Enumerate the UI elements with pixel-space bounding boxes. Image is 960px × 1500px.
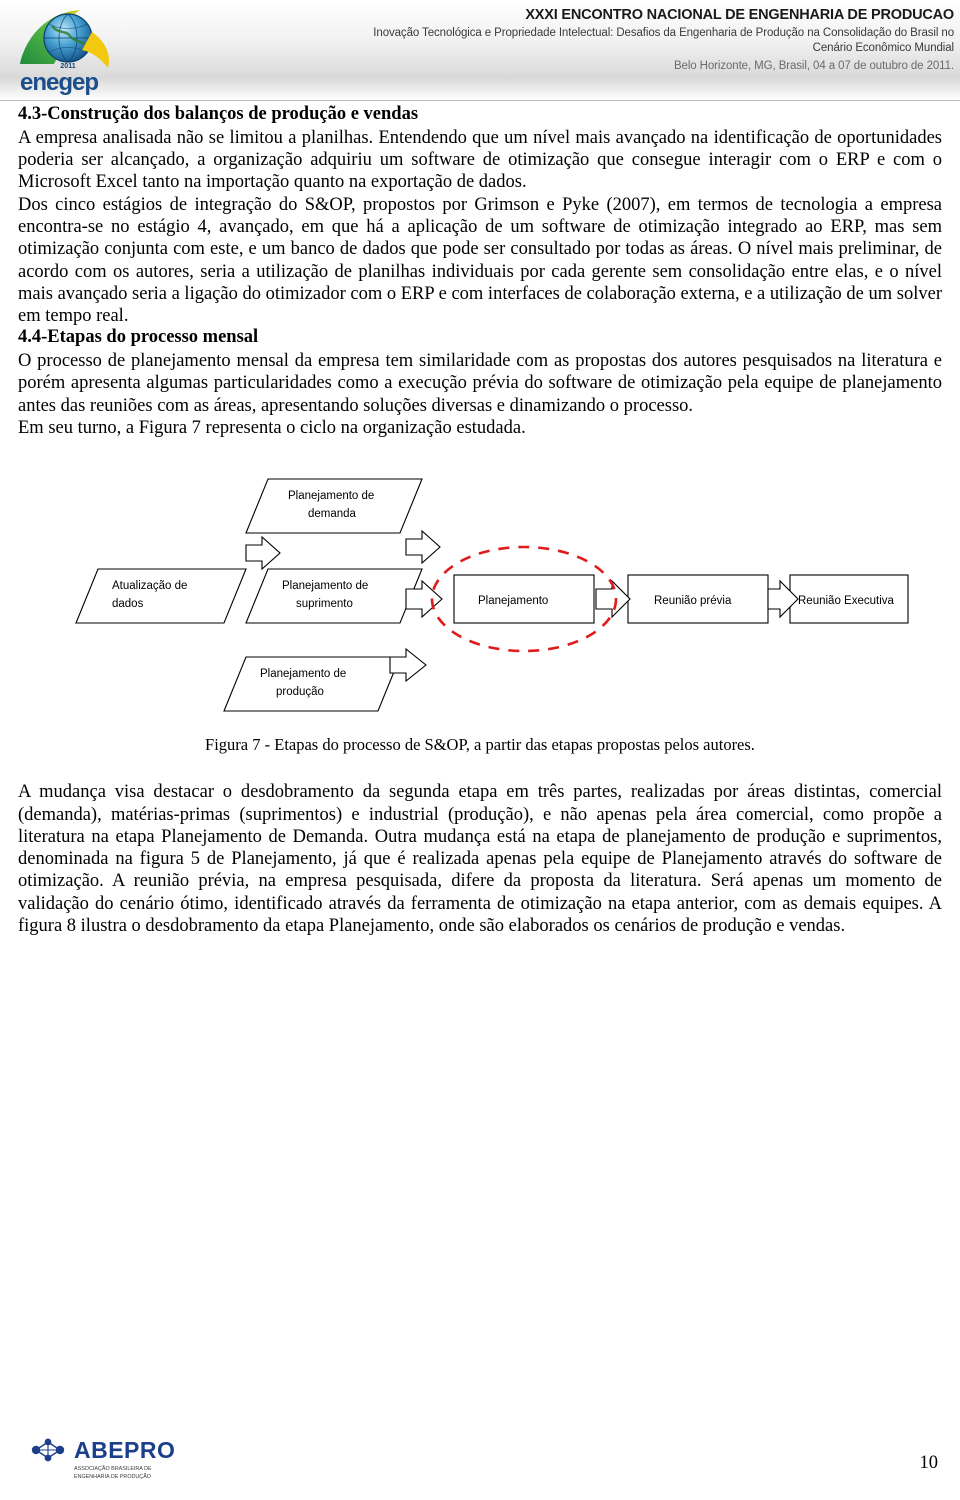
paragraph-5: A mudança visa destacar o desdobramento … bbox=[18, 782, 942, 936]
node-planejamento-label: Planejamento bbox=[478, 595, 548, 607]
node-atualizacao-line1: Atualização de bbox=[112, 580, 187, 592]
abepro-wordmark: ABEPRO bbox=[74, 1437, 175, 1463]
node-reuniao-previa-label: Reunião prévia bbox=[654, 595, 732, 607]
node-suprimento-line1: Planejamento de bbox=[282, 580, 368, 592]
node-producao-line1: Planejamento de bbox=[260, 668, 346, 680]
enegep-logo: 2011 enegep bbox=[8, 2, 158, 98]
abepro-subtitle-2: ENGENHARIA DE PRODUÇÃO bbox=[74, 1473, 151, 1480]
paragraph-3: O processo de planejamento mensal da emp… bbox=[18, 351, 942, 416]
paragraph-2: Dos cinco estágios de integração do S&OP… bbox=[18, 194, 942, 327]
sop-process-diagram: Planejamento de demanda Atualização de d… bbox=[75, 478, 909, 712]
arrow-atualizacao-to-demanda bbox=[245, 536, 281, 571]
node-planejamento-suprimento: Planejamento de suprimento bbox=[245, 568, 423, 624]
node-reuniao-executiva: Reunião Executiva bbox=[789, 574, 909, 624]
abepro-subtitle-1: ASSOCIAÇÃO BRASILEIRA DE bbox=[74, 1465, 152, 1472]
conference-location: Belo Horizonte, MG, Brasil, 04 a 07 de o… bbox=[673, 59, 954, 72]
figure-7-caption: Figura 7 - Etapas do processo de S&OP, a… bbox=[205, 735, 755, 755]
page-footer: ABEPRO ASSOCIAÇÃO BRASILEIRA DE ENGENHAR… bbox=[0, 1408, 960, 1500]
paragraph-4: Em seu turno, a Figura 7 representa o ci… bbox=[18, 418, 526, 439]
node-planejamento: Planejamento bbox=[453, 574, 595, 624]
conference-theme-l1: Inovação Tecnológica e Propriedade Intel… bbox=[373, 27, 954, 40]
node-suprimento-line2: suprimento bbox=[296, 598, 353, 610]
node-demanda-line1: Planejamento de bbox=[288, 490, 374, 502]
conference-title: XXXI ENCONTRO NACIONAL DE ENGENHARIA DE … bbox=[525, 7, 954, 23]
conference-header-text: XXXI ENCONTRO NACIONAL DE ENGENHARIA DE … bbox=[254, 6, 954, 73]
node-atualizacao-dados: Atualização de dados bbox=[75, 568, 247, 624]
conference-theme-l2: Cenário Econômico Mundial bbox=[812, 41, 954, 54]
node-planejamento-demanda: Planejamento de demanda bbox=[245, 478, 423, 534]
figure-7: Planejamento de demanda Atualização de d… bbox=[18, 461, 942, 761]
abepro-logo: ABEPRO ASSOCIAÇÃO BRASILEIRA DE ENGENHAR… bbox=[22, 1430, 212, 1492]
node-producao-line2: produção bbox=[276, 686, 324, 698]
node-reuniao-executiva-label: Reunião Executiva bbox=[798, 595, 894, 607]
paragraph-1: A empresa analisada não se limitou a pla… bbox=[18, 127, 942, 193]
node-demanda-line2: demanda bbox=[308, 508, 357, 520]
conference-header: 2011 enegep XXXI ENCONTRO NACIONAL DE EN… bbox=[0, 0, 960, 101]
section-heading-4-4: 4.4-Etapas do processo mensal bbox=[18, 327, 259, 348]
arrow-producao-to-planejamento bbox=[389, 648, 427, 683]
enegep-wordmark: enegep bbox=[20, 69, 99, 96]
abepro-mark bbox=[31, 1438, 65, 1462]
section-heading-4-3: 4.3-Construção dos balanços de produção … bbox=[18, 104, 419, 124]
svg-text:enegep: enegep bbox=[20, 69, 98, 96]
node-planejamento-producao: Planejamento de produção bbox=[223, 656, 401, 712]
page-number: 10 bbox=[919, 1453, 939, 1473]
arrow-demanda-to-suprimento bbox=[405, 530, 441, 565]
document-body: 4.3-Construção dos balanços de produção … bbox=[18, 104, 942, 937]
node-atualizacao-line2: dados bbox=[112, 598, 144, 610]
node-reuniao-previa: Reunião prévia bbox=[627, 574, 769, 624]
